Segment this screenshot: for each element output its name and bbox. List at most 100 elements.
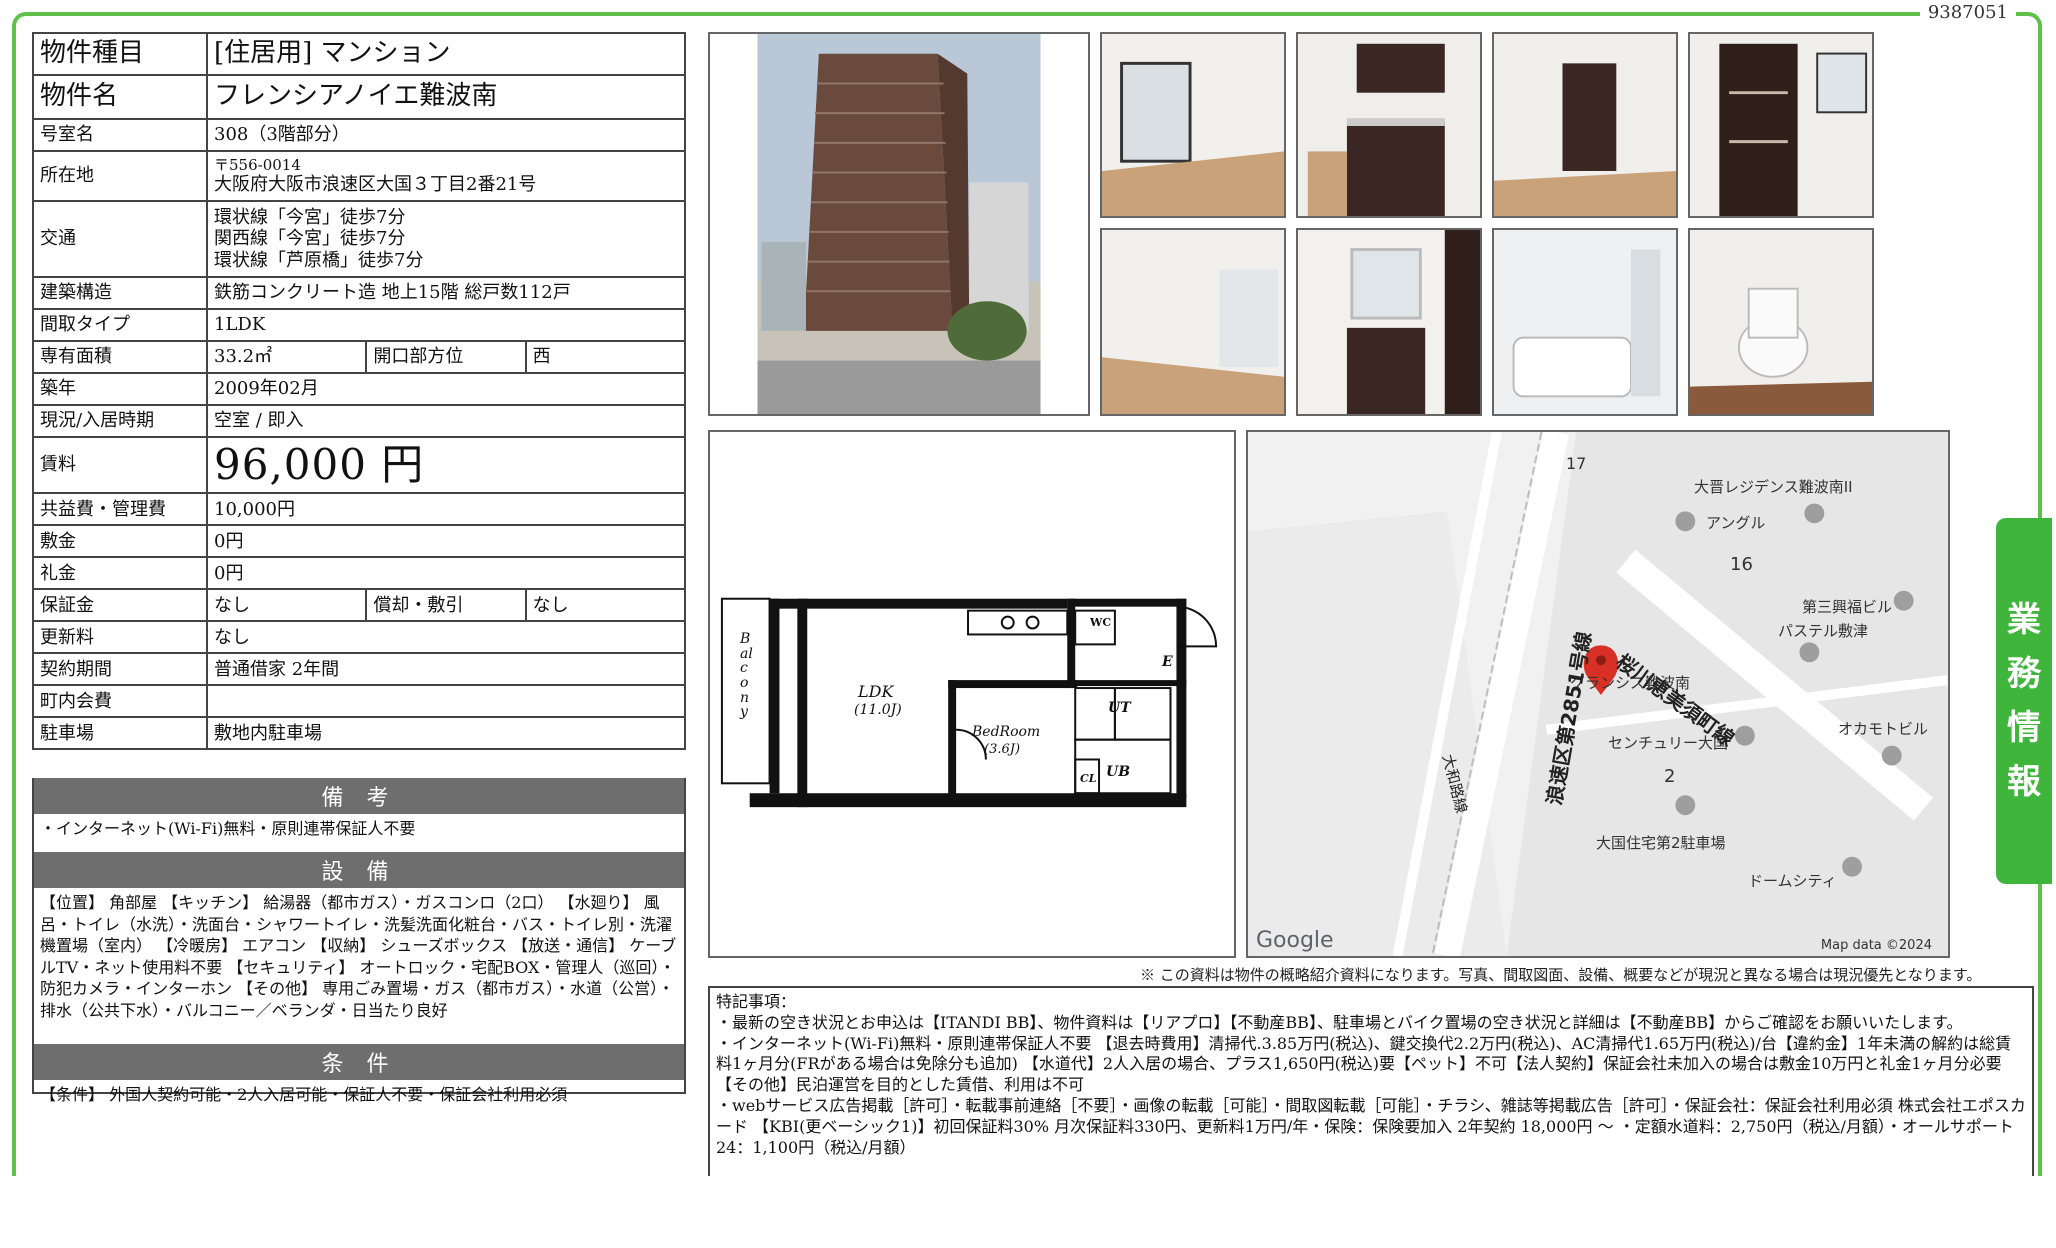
map-label: 16 bbox=[1730, 554, 1753, 575]
map-credit: Map data ©2024 bbox=[1820, 938, 1932, 953]
guarantee-value: なし bbox=[205, 588, 368, 623]
renewal-value: なし bbox=[206, 620, 686, 655]
ldk-label: LDK bbox=[858, 682, 894, 701]
address-label: 所在地 bbox=[32, 150, 208, 202]
bedroom-photo bbox=[1492, 32, 1678, 218]
access-label: 交通 bbox=[32, 200, 208, 278]
key-money-label: 礼金 bbox=[32, 556, 208, 591]
parking-label: 駐車場 bbox=[32, 716, 208, 751]
building-exterior-photo bbox=[708, 32, 1090, 416]
structure-value: 鉄筋コンクリート造 地上15階 総戸数112戸 bbox=[206, 276, 686, 310]
map-label: アングル bbox=[1706, 514, 1766, 532]
postal-code: 〒556-0014 bbox=[214, 156, 301, 175]
fee-label: 共益費・管理費 bbox=[32, 492, 208, 527]
area-label: 専有面積 bbox=[32, 340, 208, 374]
bedroom-size: (3.6J) bbox=[984, 742, 1021, 757]
living-room-photo-1 bbox=[1100, 32, 1286, 218]
wc-label: WC bbox=[1090, 616, 1112, 629]
layout-label: 間取タイプ bbox=[32, 308, 208, 342]
amort-value: なし bbox=[524, 588, 687, 623]
entrance-label: E bbox=[1162, 654, 1173, 670]
location-map: 大晋レジデンス難波南II アングル 16 第三興福ビル パステル敷津 グランシス… bbox=[1246, 430, 1950, 958]
balcony-label: Balcony bbox=[740, 631, 753, 721]
structure-label: 建築構造 bbox=[32, 276, 208, 310]
address-value: 大阪府大阪市浪速区大国３丁目2番21号 bbox=[214, 174, 537, 196]
area-value: 33.2㎡ bbox=[205, 340, 368, 374]
ub-label: UB bbox=[1106, 764, 1131, 780]
map-label: 17 bbox=[1566, 454, 1587, 473]
closet-photo bbox=[1688, 32, 1874, 218]
access-line: 環状線「今宮」徒歩7分 bbox=[214, 206, 406, 228]
ut-label: UT bbox=[1108, 700, 1131, 716]
facilities-title: 設 備 bbox=[34, 852, 684, 888]
status-value: 空室 / 即入 bbox=[206, 404, 686, 438]
google-logo: Google bbox=[1256, 928, 1334, 953]
town-fee-label: 町内会費 bbox=[32, 684, 208, 719]
notes-line: ・インターネット(Wi-Fi)無料・原則連帯保証人不要 【退去時費用】清掃代.3… bbox=[716, 1033, 2012, 1095]
side-tab-char: 業 bbox=[2007, 600, 2041, 640]
remarks-title: 備 考 bbox=[34, 778, 684, 814]
bathroom-photo bbox=[1492, 228, 1678, 416]
map-background bbox=[1248, 432, 1948, 956]
map-label: 第三興福ビル bbox=[1802, 598, 1893, 616]
room-value: 308（3階部分） bbox=[206, 118, 686, 152]
living-room-photo-2 bbox=[1100, 228, 1286, 416]
rent-value: 96,000 円 bbox=[206, 435, 686, 495]
town-fee-value bbox=[206, 684, 686, 719]
type-value: [住居用] マンション bbox=[206, 32, 686, 76]
business-info-tab[interactable]: 業 務 情 報 bbox=[1996, 518, 2052, 884]
notes-title: 特記事項： bbox=[716, 992, 797, 1011]
built-label: 築年 bbox=[32, 372, 208, 406]
remarks-body: ・インターネット(Wi-Fi)無料・原則連帯保証人不要 bbox=[40, 819, 416, 838]
map-label: オカモトビル bbox=[1838, 720, 1929, 738]
conditions-title: 条 件 bbox=[34, 1044, 684, 1080]
access-cell: 環状線「今宮」徒歩7分 関西線「今宮」徒歩7分 環状線「芦原橋」徒歩7分 bbox=[206, 200, 686, 278]
amort-label: 償却・敷引 bbox=[365, 588, 527, 623]
name-label: 物件名 bbox=[32, 74, 208, 120]
notes-left-box: 備 考 ・インターネット(Wi-Fi)無料・原則連帯保証人不要 設 備 【位置】… bbox=[32, 778, 686, 1104]
map-label: ドームシティ bbox=[1748, 872, 1837, 890]
side-tab-char: 情 bbox=[2007, 708, 2041, 748]
map-label: パステル敷津 bbox=[1778, 622, 1869, 640]
map-label: 大国住宅第2駐車場 bbox=[1596, 834, 1726, 852]
room-label: 号室名 bbox=[32, 118, 208, 152]
fee-value: 10,000円 bbox=[206, 492, 686, 527]
direction-label: 開口部方位 bbox=[365, 340, 527, 374]
built-value: 2009年02月 bbox=[206, 372, 686, 406]
floor-plan: Balcony LDK (11.0J) BedRoom (3.6J) WC E … bbox=[708, 430, 1236, 958]
direction-value: 西 bbox=[524, 340, 687, 374]
map-label: 2 bbox=[1664, 766, 1676, 787]
side-tab-char: 務 bbox=[2007, 654, 2041, 694]
renewal-label: 更新料 bbox=[32, 620, 208, 655]
access-line: 関西線「今宮」徒歩7分 bbox=[214, 228, 406, 250]
name-value: フレンシアノイエ難波南 bbox=[206, 74, 686, 120]
special-notes: 特記事項： ・最新の空き状況とお申込は【ITANDI BB】、物件資料は【リアプ… bbox=[708, 986, 2034, 1176]
facilities-body: 【位置】 角部屋 【キッチン】 給湯器（都市ガス）・ガスコンロ（2口） 【水廻り… bbox=[40, 893, 677, 1020]
floor-plan-drawing bbox=[720, 597, 1218, 808]
deposit-value: 0円 bbox=[206, 524, 686, 559]
rent-label: 賃料 bbox=[32, 435, 208, 495]
contract-value: 普通借家 2年間 bbox=[206, 652, 686, 687]
disclaimer: ※ この資料は物件の概略紹介資料になります。写真、間取図面、設備、概要などが現況… bbox=[1140, 966, 1982, 984]
ldk-size: (11.0J) bbox=[854, 702, 902, 718]
address-cell: 〒556-0014 大阪府大阪市浪速区大国３丁目2番21号 bbox=[206, 150, 686, 202]
cl-label: CL bbox=[1080, 772, 1097, 785]
contract-label: 契約期間 bbox=[32, 652, 208, 687]
conditions-body: 【条件】 外国人契約可能・2人入居可能・保証人不要・保証会社利用必須 bbox=[40, 1085, 568, 1104]
access-line: 環状線「芦原橋」徒歩7分 bbox=[214, 249, 424, 271]
document-id: 9387051 bbox=[1919, 2, 2016, 23]
parking-value: 敷地内駐車場 bbox=[206, 716, 686, 751]
status-label: 現況/入居時期 bbox=[32, 404, 208, 438]
side-tab-char: 報 bbox=[2007, 762, 2041, 802]
layout-value: 1LDK bbox=[206, 308, 686, 342]
bedroom-label: BedRoom bbox=[972, 724, 1041, 740]
toilet-photo bbox=[1688, 228, 1874, 416]
guarantee-label: 保証金 bbox=[32, 588, 208, 623]
key-money-value: 0円 bbox=[206, 556, 686, 591]
deposit-label: 敷金 bbox=[32, 524, 208, 559]
map-label: 大晋レジデンス難波南II bbox=[1694, 478, 1853, 496]
property-table: 物件種目 [住居用] マンション 物件名 フレンシアノイエ難波南 号室名 308（3階… bbox=[32, 32, 687, 751]
washbasin-photo bbox=[1296, 228, 1482, 416]
kitchen-photo bbox=[1296, 32, 1482, 218]
notes-line: ・最新の空き状況とお申込は【ITANDI BB】、物件資料は【リアプロ】【不動産… bbox=[716, 1012, 1963, 1032]
